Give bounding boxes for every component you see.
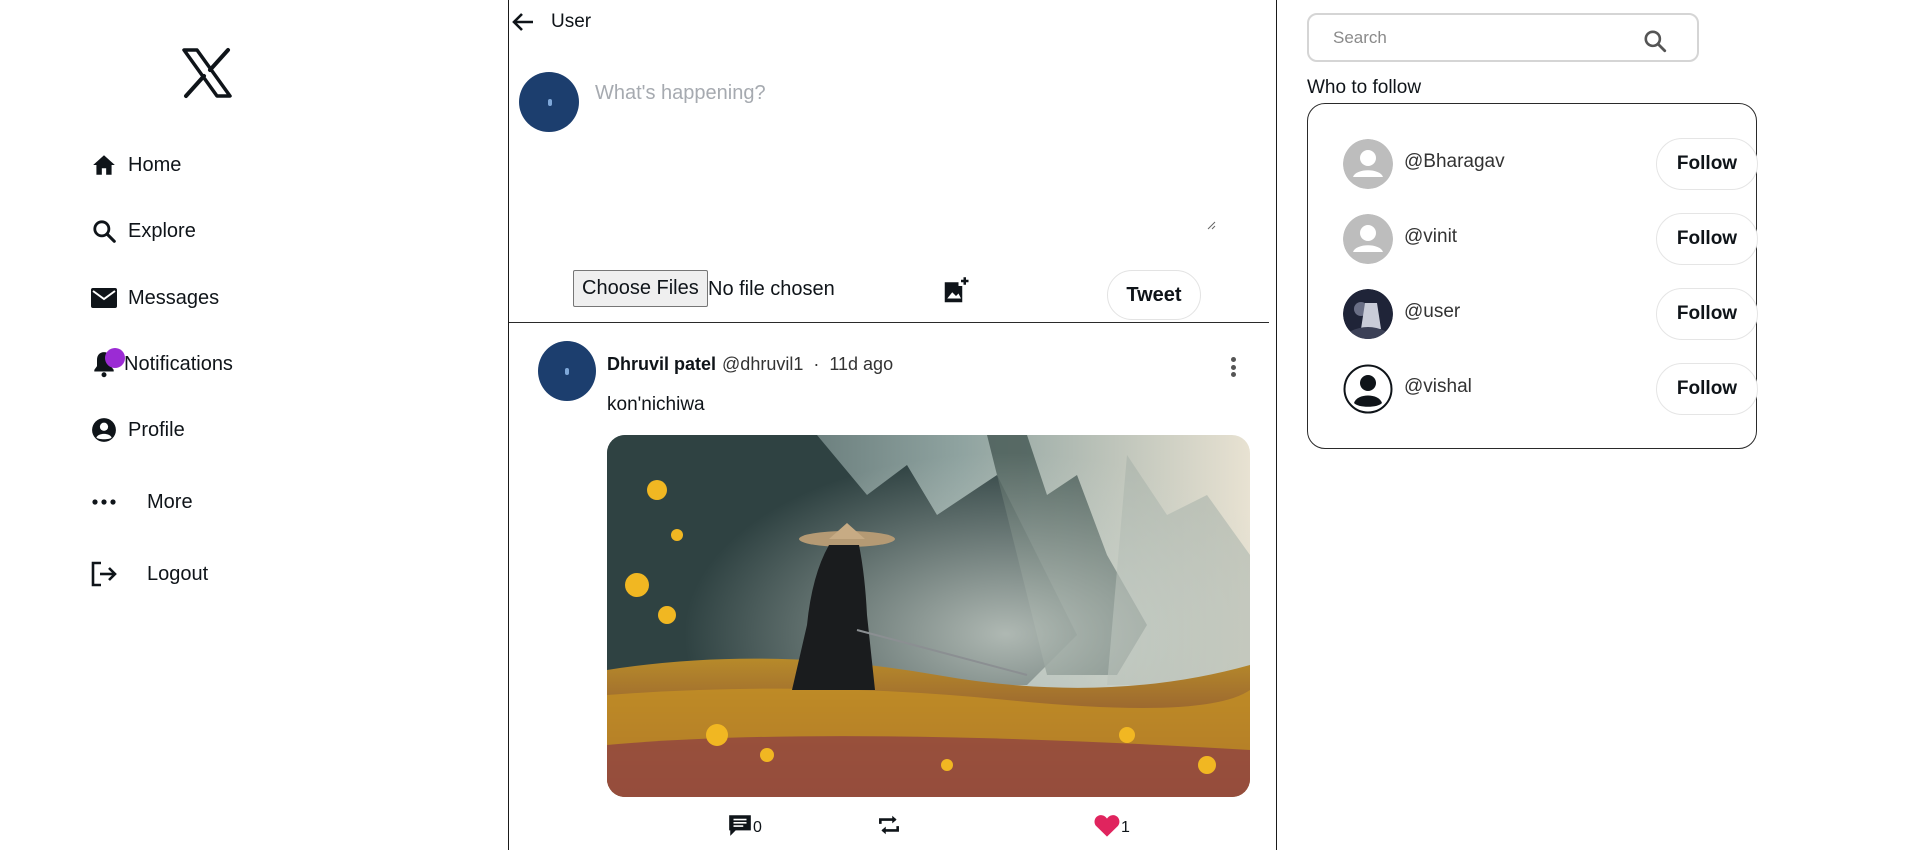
tweet-input[interactable] [595,82,1207,232]
tweet-composer: Choose Files No file chosen Tweet [509,52,1269,323]
account-circle-icon [90,416,118,444]
add-photo-icon[interactable] [941,276,973,308]
nav-home-label: Home [128,153,182,176]
follow-suggestion: @vishal Follow [1343,359,1758,419]
x-logo-icon[interactable] [180,46,234,100]
retweet-icon [876,812,902,843]
post-image[interactable] [607,435,1250,797]
post-author-handle[interactable]: @dhruvil1 [722,354,803,375]
retweet-action[interactable] [876,812,902,843]
tweet-button[interactable]: Tweet [1107,270,1201,320]
post-timestamp: 11d ago [829,354,894,374]
nav-logout-label: Logout [147,562,209,585]
bell-icon [90,348,125,378]
like-action[interactable]: 1 [1093,812,1130,843]
nav-profile[interactable]: Profile [90,416,185,444]
nav-more-label: More [147,490,193,513]
file-status-text: No file chosen [708,278,835,300]
follow-button[interactable]: Follow [1656,213,1758,265]
comment-action[interactable]: 0 [727,812,762,843]
suggestion-handle[interactable]: @vishal [1404,376,1472,398]
follow-suggestion: @user Follow [1343,284,1758,344]
home-icon [90,151,118,179]
nav-explore[interactable]: Explore [90,217,196,245]
follow-button[interactable]: Follow [1656,363,1758,415]
who-to-follow-card: @Bharagav Follow @vinit Follow @user Fol… [1307,103,1758,449]
user-photo-avatar[interactable] [1343,289,1393,339]
like-count: 1 [1121,818,1130,836]
nav-messages[interactable]: Messages [90,284,219,312]
search-bar [1307,13,1699,62]
post-text: kon'nichiwa [607,394,705,415]
follow-button[interactable]: Follow [1656,138,1758,190]
nav-more[interactable]: More [90,488,193,516]
post-actions: 0 1 [509,812,1269,848]
notification-badge [105,348,125,368]
nav-messages-label: Messages [128,286,220,309]
post-author-avatar[interactable] [538,341,596,401]
suggestion-handle[interactable]: @vinit [1404,226,1457,248]
who-to-follow-title: Who to follow [1307,77,1422,98]
more-vertical-icon[interactable] [1223,354,1243,380]
main-column: Choose Files No file chosen Tweet Dhruvi… [508,0,1277,850]
resize-grip-icon[interactable] [1206,220,1216,230]
default-avatar-icon[interactable] [1343,139,1393,189]
suggestion-handle[interactable]: @Bharagav [1404,151,1505,173]
nav-notifications[interactable]: Notifications [90,348,233,378]
suggestion-handle[interactable]: @user [1404,301,1460,323]
nav-explore-label: Explore [128,219,196,242]
post-author-name[interactable]: Dhruvil patel [607,354,716,375]
nav-profile-label: Profile [128,418,185,441]
logout-icon [90,560,118,588]
follow-suggestion: @vinit Follow [1343,209,1758,269]
default-avatar-icon[interactable] [1343,214,1393,264]
comment-icon [727,812,753,843]
nav-home[interactable]: Home [90,151,181,179]
composer-avatar [519,72,579,132]
nav-notifications-label: Notifications [124,352,233,375]
more-horizontal-icon [90,488,118,516]
comment-count: 0 [753,818,762,836]
choose-files-button[interactable]: Choose Files [573,270,708,307]
follow-suggestion: @Bharagav Follow [1343,134,1758,194]
heart-icon [1093,812,1121,843]
account-circle-icon[interactable] [1343,364,1393,414]
mail-icon [90,284,118,312]
left-sidebar: Home Explore Messages Notifications Prof… [0,0,508,850]
nav-logout[interactable]: Logout [90,560,208,588]
search-icon [90,217,118,245]
search-icon[interactable] [1642,28,1668,54]
search-input[interactable] [1333,25,1623,51]
follow-button[interactable]: Follow [1656,288,1758,340]
tweet-post: Dhruvil patel @dhruvil1 · 11d ago kon'ni… [509,324,1269,850]
post-header: Dhruvil patel @dhruvil1 · 11d ago [607,354,893,375]
post-separator: · [813,354,820,374]
